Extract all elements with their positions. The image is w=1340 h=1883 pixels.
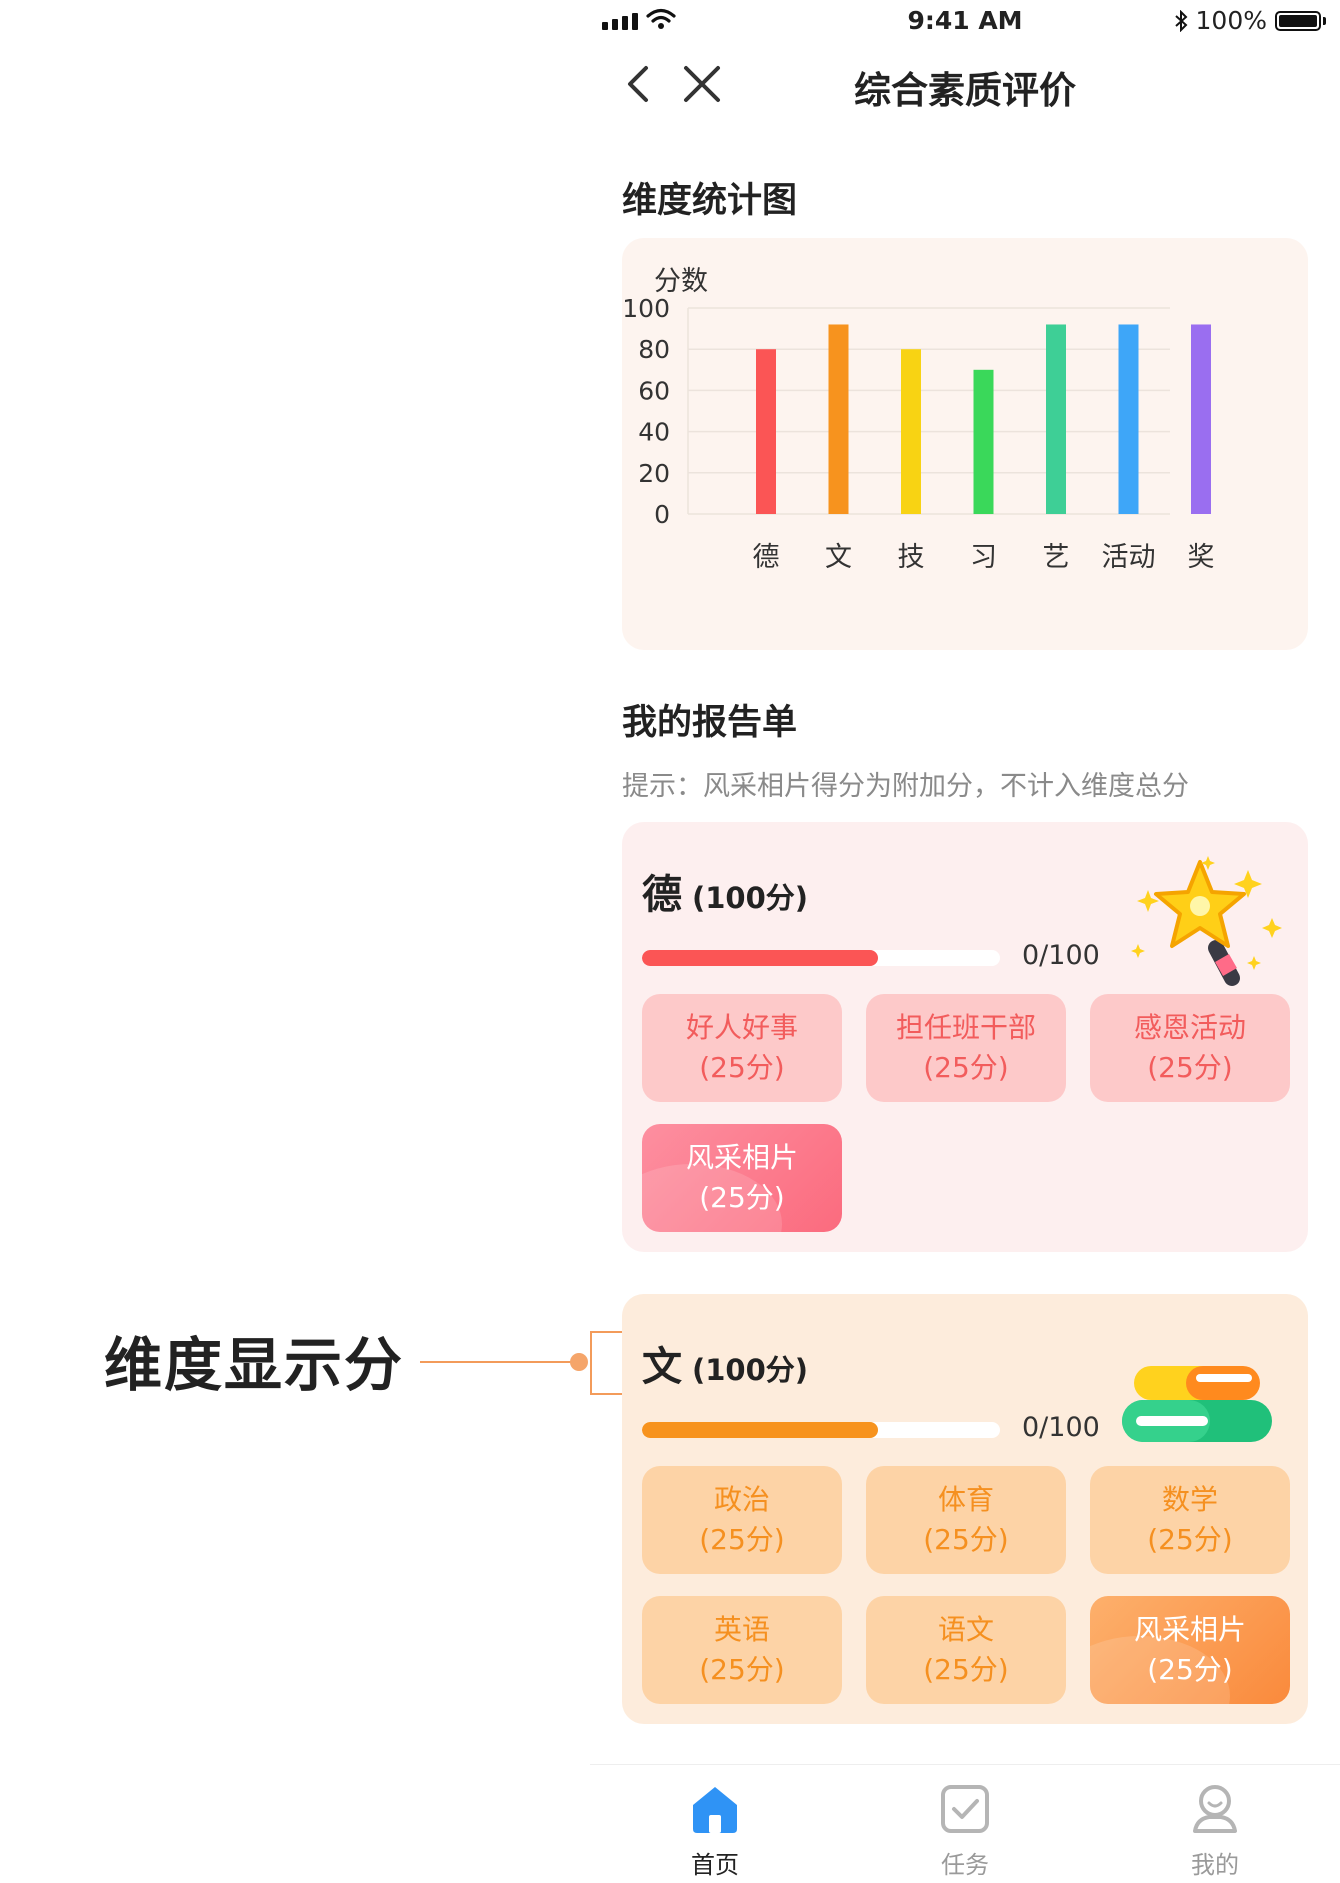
annotation-connector-line — [420, 1361, 580, 1363]
chart-bar — [1046, 324, 1066, 514]
battery-cap — [1323, 16, 1326, 25]
score-item-name: 数学 — [1161, 1483, 1218, 1516]
report-card-de: 德 (100分) 0/100 好人好事 (25分) 担任班干部 (25分) 感恩… — [622, 822, 1308, 1252]
score-item-points: (25分) — [699, 1181, 785, 1214]
report-section-title: 我的报告单 — [622, 703, 798, 743]
score-item-points: (25分) — [923, 1523, 1009, 1556]
tab-label: 任务 — [941, 1851, 989, 1879]
score-item-chip[interactable]: 体育 (25分) — [866, 1466, 1066, 1574]
score-item-points: (25分) — [1147, 1523, 1233, 1556]
chart-bar — [901, 349, 921, 514]
score-item-name: 感恩活动 — [1133, 1011, 1246, 1044]
nav-bar: 综合素质评价 — [590, 52, 1340, 116]
chart-section-title: 维度统计图 — [622, 181, 798, 221]
battery-icon — [1275, 10, 1321, 31]
tab-profile[interactable]: 我的 — [1145, 1783, 1285, 1880]
status-bar: 9:41 AM 100% — [590, 0, 1340, 42]
bluetooth-icon — [1174, 9, 1187, 32]
score-item-name: 政治 — [713, 1483, 770, 1516]
photo-item-chip[interactable]: 风采相片 (25分) — [642, 1124, 842, 1232]
progress-bar — [642, 1422, 1000, 1438]
battery-percentage: 100% — [1195, 6, 1267, 35]
card-dimension-score: (100分) — [692, 881, 809, 915]
chart-y-tick-label: 20 — [638, 459, 670, 488]
chart-x-tick-label: 技 — [898, 542, 925, 573]
score-item-name: 担任班干部 — [895, 1011, 1036, 1044]
progress-text: 0/100 — [1022, 940, 1100, 971]
annotation-connector-dot — [570, 1353, 588, 1371]
card-dimension-name: 德 — [642, 872, 682, 918]
score-item-name: 英语 — [713, 1613, 770, 1646]
chart-y-tick-label: 60 — [638, 376, 670, 405]
chart-x-tick-label: 艺 — [1043, 542, 1070, 573]
score-item-chip[interactable]: 语文 (25分) — [866, 1596, 1066, 1704]
score-item-points: (25分) — [1147, 1653, 1233, 1686]
report-card-wen: 文 (100分) 0/100 政治 (25分) 体育 (25分) 数学 (25分… — [622, 1294, 1308, 1724]
chart-y-tick-label: 80 — [638, 335, 670, 364]
tab-task[interactable]: 任务 — [895, 1783, 1035, 1880]
score-item-chip[interactable]: 好人好事 (25分) — [642, 994, 842, 1102]
chart-x-tick-label: 文 — [825, 542, 852, 573]
tab-home[interactable]: 首页 — [645, 1783, 785, 1880]
chart-x-tick-label: 奖 — [1188, 542, 1215, 573]
phone-screen: 9:41 AM 100% 综合素质评价 维度统计图 分数 100 80 60 40 20… — [590, 0, 1340, 1883]
card-header: 德 (100分) — [642, 862, 808, 920]
score-item-name: 语文 — [937, 1613, 994, 1646]
books-icon — [1122, 1366, 1272, 1442]
status-right-group: 100% — [1174, 6, 1326, 35]
chart-bar — [1118, 324, 1139, 514]
tab-label: 我的 — [1191, 1851, 1239, 1879]
chart-card: 分数 100 80 60 40 20 0 德 文 技 习 艺 活动 奖 — [622, 238, 1308, 650]
score-item-name: 好人好事 — [685, 1011, 798, 1044]
profile-icon — [1193, 1785, 1237, 1833]
score-item-name: 风采相片 — [1133, 1613, 1246, 1646]
chart-y-axis-label: 分数 — [654, 266, 708, 297]
score-item-points: (25分) — [699, 1653, 785, 1686]
score-item-points: (25分) — [923, 1653, 1009, 1686]
chart-x-tick-label: 习 — [970, 542, 997, 573]
card-dimension-score: (100分) — [692, 1353, 809, 1387]
score-item-points: (25分) — [1147, 1051, 1233, 1084]
score-item-chip[interactable]: 数学 (25分) — [1090, 1466, 1290, 1574]
progress-text: 0/100 — [1022, 1412, 1100, 1443]
task-icon — [941, 1785, 989, 1833]
progress-fill — [642, 1422, 879, 1438]
report-hint: 提示：风采相片得分为附加分，不计入维度总分 — [622, 771, 1189, 802]
progress-bar — [642, 950, 1000, 966]
bar-chart: 分数 100 80 60 40 20 0 德 文 技 习 艺 活动 奖 — [622, 266, 1215, 573]
tab-label: 首页 — [691, 1851, 739, 1879]
magic-wand-icon — [1131, 856, 1282, 986]
card-dimension-name: 文 — [642, 1344, 682, 1390]
chart-x-tick-label: 德 — [753, 542, 780, 573]
score-item-name: 体育 — [937, 1483, 994, 1516]
score-item-chip[interactable]: 担任班干部 (25分) — [866, 994, 1066, 1102]
chart-y-tick-label: 0 — [654, 500, 670, 529]
score-item-points: (25分) — [699, 1523, 785, 1556]
score-item-name: 风采相片 — [685, 1141, 798, 1174]
score-item-points: (25分) — [923, 1051, 1009, 1084]
score-item-points: (25分) — [699, 1051, 785, 1084]
score-item-chip[interactable]: 英语 (25分) — [642, 1596, 842, 1704]
progress-fill — [642, 950, 879, 966]
chart-y-tick-label: 40 — [638, 418, 670, 447]
score-item-chip[interactable]: 感恩活动 (25分) — [1090, 994, 1290, 1102]
card-header: 文 (100分) — [642, 1334, 808, 1392]
chart-bar — [828, 324, 849, 514]
home-icon — [693, 1787, 737, 1833]
annotation-label: 维度显示分 — [104, 1331, 405, 1399]
chart-bar — [1191, 324, 1211, 514]
photo-item-chip[interactable]: 风采相片 (25分) — [1090, 1596, 1290, 1704]
chart-x-tick-label: 活动 — [1102, 542, 1156, 573]
page-title: 综合素质评价 — [854, 69, 1076, 112]
chart-bar — [756, 349, 776, 514]
tab-bar: 首页 任务 我的 — [590, 1764, 1340, 1883]
score-item-chip[interactable]: 政治 (25分) — [642, 1466, 842, 1574]
chart-bar — [973, 369, 994, 514]
chart-y-tick-label: 100 — [622, 294, 670, 323]
